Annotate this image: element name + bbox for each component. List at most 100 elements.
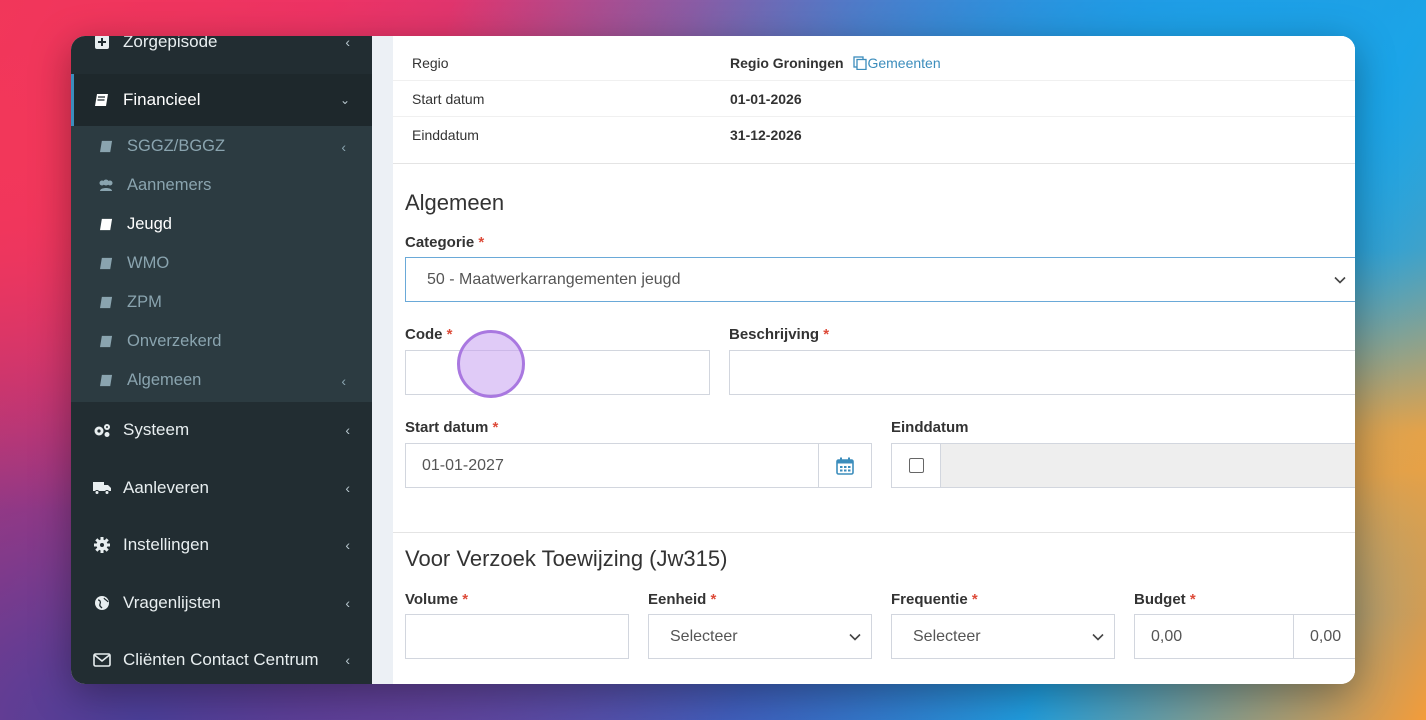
eenheid-select-value: Selecteer xyxy=(670,627,738,645)
chevron-left-icon: ‹ xyxy=(345,422,350,438)
sidebar-subitem-label: SGGZ/BGGZ xyxy=(127,137,226,155)
info-value: 31-12-2026 xyxy=(730,127,802,143)
chevron-down-icon xyxy=(1334,272,1346,287)
frequentie-select-value: Selecteer xyxy=(913,627,981,645)
plus-square-icon xyxy=(93,36,111,50)
gemeenten-link[interactable]: Gemeenten xyxy=(853,55,941,71)
book-icon xyxy=(97,296,115,309)
sidebar-subitem-wmo[interactable]: WMO xyxy=(71,244,372,283)
beschrijving-label: Beschrijving * xyxy=(729,326,830,343)
info-value: 01-01-2026 xyxy=(730,91,802,107)
calendar-icon xyxy=(836,457,854,475)
sidebar-subitem-label: Onverzekerd xyxy=(127,332,222,350)
section-title-vvt: Voor Verzoek Toewijzing (Jw315) xyxy=(405,546,728,571)
eenheid-label: Eenheid * xyxy=(648,591,717,608)
chevron-left-icon: ‹ xyxy=(345,36,350,50)
form-panel: Regio Regio Groningen Gemeenten Start da… xyxy=(393,36,1355,684)
chevron-left-icon: ‹ xyxy=(341,372,346,389)
chevron-down-icon: ⌄ xyxy=(339,93,350,107)
sidebar-item-vragenlijsten[interactable]: Vragenlijsten ‹ xyxy=(71,579,372,627)
chevron-down-icon xyxy=(1092,629,1104,644)
code-label: Code * xyxy=(405,326,453,343)
chevron-down-icon xyxy=(849,629,861,644)
sidebar-item-financieel[interactable]: Financieel ⌄ xyxy=(71,74,372,126)
sidebar-subitem-aannemers[interactable]: Aannemers xyxy=(71,166,372,205)
sidebar-item-clienten-contact-centrum[interactable]: Cliënten Contact Centrum ‹ xyxy=(71,636,372,684)
sidebar-subitem-label: Algemeen xyxy=(127,371,202,389)
sidebar-subitem-label: ZPM xyxy=(127,293,162,311)
start-datum-input[interactable]: 01-01-2027 xyxy=(405,443,819,488)
sidebar-item-label: Vragenlijsten xyxy=(123,593,221,612)
beschrijving-input[interactable] xyxy=(729,350,1355,395)
financieel-submenu: SGGZ/BGGZ ‹ Aannemers Jeugd WMO ZPM Onve… xyxy=(71,126,372,402)
chevron-left-icon: ‹ xyxy=(341,138,346,155)
book-icon xyxy=(97,218,115,231)
copy-icon xyxy=(853,56,868,71)
book-icon xyxy=(97,140,115,153)
categorie-select[interactable]: 50 - Maatwerkarrangementen jeugd xyxy=(405,257,1355,302)
calendar-button[interactable] xyxy=(818,443,872,488)
sidebar-item-label: Aanleveren xyxy=(123,478,210,497)
regio-value: Regio Groningen xyxy=(730,55,844,71)
cursor-highlight xyxy=(457,330,525,398)
eenheid-select[interactable]: Selecteer xyxy=(648,614,872,659)
sidebar-subitem-label: Jeugd xyxy=(127,215,172,233)
truck-icon xyxy=(93,480,111,496)
sidebar-subitem-zpm[interactable]: ZPM xyxy=(71,283,372,322)
divider xyxy=(393,532,1355,533)
sidebar-item-aanleveren[interactable]: Aanleveren ‹ xyxy=(71,464,372,512)
cogs-icon xyxy=(93,422,111,438)
sidebar-item-label: Cliënten Contact Centrum xyxy=(123,650,319,669)
app-window: Zorgepisode ‹ Financieel ⌄ SGGZ/BGGZ ‹ A… xyxy=(71,36,1355,684)
sidebar-subitem-jeugd[interactable]: Jeugd xyxy=(71,205,372,244)
frequentie-select[interactable]: Selecteer xyxy=(891,614,1115,659)
sidebar-item-zorgepisode[interactable]: Zorgepisode ‹ xyxy=(71,36,372,66)
info-value: Regio Groningen Gemeenten xyxy=(730,55,941,71)
users-icon xyxy=(97,179,115,192)
sidebar: Zorgepisode ‹ Financieel ⌄ SGGZ/BGGZ ‹ A… xyxy=(71,36,372,684)
budget-input[interactable]: 0,00 xyxy=(1134,614,1294,659)
sidebar-item-instellingen[interactable]: Instellingen ‹ xyxy=(71,521,372,569)
info-row-eind: Einddatum 31-12-2026 xyxy=(393,117,1355,153)
info-row-regio: Regio Regio Groningen Gemeenten xyxy=(393,45,1355,81)
sidebar-subitem-label: WMO xyxy=(127,254,170,272)
book-icon xyxy=(97,257,115,270)
sidebar-subitem-sggz[interactable]: SGGZ/BGGZ ‹ xyxy=(71,127,372,166)
section-title-algemeen: Algemeen xyxy=(405,190,505,215)
categorie-label: Categorie * xyxy=(405,234,485,251)
chevron-left-icon: ‹ xyxy=(345,652,350,668)
budget-label: Budget * xyxy=(1134,591,1196,608)
sidebar-item-label: Instellingen xyxy=(123,535,210,554)
envelope-icon xyxy=(93,652,111,668)
book-icon xyxy=(97,335,115,348)
globe-icon xyxy=(93,595,111,611)
einddatum-input[interactable] xyxy=(940,443,1355,488)
info-label: Einddatum xyxy=(412,127,479,143)
frequentie-label: Frequentie * xyxy=(891,591,978,608)
info-label: Start datum xyxy=(412,91,485,107)
book-icon xyxy=(93,92,111,108)
gemeenten-link-label: Gemeenten xyxy=(867,55,941,71)
budget-value-secondary: 0,00 xyxy=(1310,627,1342,645)
sidebar-item-label: Financieel xyxy=(123,90,201,109)
start-datum-label: Start datum * xyxy=(405,419,499,436)
code-input[interactable] xyxy=(405,350,710,395)
budget-value: 0,00 xyxy=(1151,627,1183,645)
book-icon xyxy=(97,374,115,387)
budget-input-secondary[interactable]: 0,00 xyxy=(1293,614,1355,659)
einddatum-label: Einddatum xyxy=(891,419,969,436)
divider xyxy=(393,163,1355,164)
volume-input[interactable] xyxy=(405,614,629,659)
start-datum-value: 01-01-2027 xyxy=(422,456,504,474)
einddatum-checkbox[interactable] xyxy=(908,458,924,473)
sidebar-item-systeem[interactable]: Systeem ‹ xyxy=(71,406,372,454)
info-label: Regio xyxy=(412,55,449,71)
categorie-select-value: 50 - Maatwerkarrangementen jeugd xyxy=(427,270,681,288)
sidebar-subitem-onverzekerd[interactable]: Onverzekerd xyxy=(71,322,372,361)
sidebar-subitem-algemeen[interactable]: Algemeen ‹ xyxy=(71,361,372,400)
info-row-start: Start datum 01-01-2026 xyxy=(393,81,1355,117)
gear-icon xyxy=(93,537,111,553)
volume-label: Volume * xyxy=(405,591,469,608)
sidebar-item-label: Systeem xyxy=(123,420,190,439)
sidebar-item-label: Zorgepisode xyxy=(123,36,218,51)
